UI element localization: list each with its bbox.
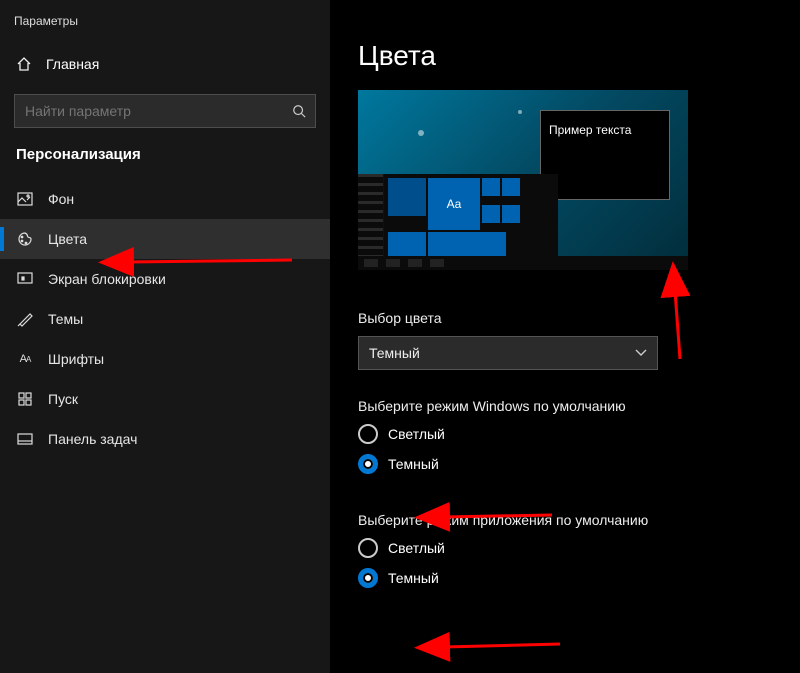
radio-label: Темный (388, 570, 439, 586)
radio-label: Темный (388, 456, 439, 472)
color-preview-thumbnail: Пример текста Aa (358, 90, 688, 270)
search-icon (292, 104, 306, 118)
fonts-icon: AA (16, 353, 34, 365)
nav-label: Пуск (48, 391, 78, 407)
home-label: Главная (46, 56, 99, 72)
radio-icon (358, 568, 378, 588)
nav-item-start[interactable]: Пуск (0, 379, 330, 419)
nav-item-colors[interactable]: Цвета (0, 219, 330, 259)
nav-label: Темы (48, 311, 83, 327)
sidebar: Параметры Главная Персонализация Фон (0, 0, 330, 673)
themes-icon (16, 311, 34, 327)
app-mode-group: Выберите режим приложения по умолчанию С… (358, 512, 772, 598)
section-label: Персонализация (0, 146, 330, 179)
lockscreen-icon (16, 272, 34, 286)
radio-app-dark[interactable]: Темный (358, 568, 772, 588)
windows-mode-group: Выберите режим Windows по умолчанию Свет… (358, 398, 772, 484)
radio-icon (358, 424, 378, 444)
start-icon (16, 392, 34, 406)
nav-item-taskbar[interactable]: Панель задач (0, 419, 330, 459)
radio-label: Светлый (388, 540, 445, 556)
window-title: Параметры (0, 8, 330, 46)
page-title: Цвета (358, 40, 772, 72)
palette-icon (16, 231, 34, 247)
preview-tile-aa: Aa (428, 178, 480, 230)
radio-windows-light[interactable]: Светлый (358, 424, 772, 444)
nav-item-fonts[interactable]: AA Шрифты (0, 339, 330, 379)
nav-label: Панель задач (48, 431, 137, 447)
radio-windows-dark[interactable]: Темный (358, 454, 772, 474)
nav-label: Цвета (48, 231, 87, 247)
radio-icon (358, 538, 378, 558)
color-mode-dropdown[interactable]: Темный (358, 336, 658, 370)
nav-label: Фон (48, 191, 74, 207)
color-mode-label: Выбор цвета (358, 310, 772, 326)
radio-label: Светлый (388, 426, 445, 442)
windows-mode-label: Выберите режим Windows по умолчанию (358, 398, 772, 414)
nav-item-home[interactable]: Главная (0, 46, 330, 82)
home-icon (16, 56, 32, 72)
nav-item-lockscreen[interactable]: Экран блокировки (0, 259, 330, 299)
preview-sample-text: Пример текста (549, 123, 631, 137)
nav-item-themes[interactable]: Темы (0, 299, 330, 339)
app-mode-label: Выберите режим приложения по умолчанию (358, 512, 772, 528)
dropdown-value: Темный (369, 345, 420, 361)
nav-label: Шрифты (48, 351, 104, 367)
color-mode-group: Выбор цвета Темный (358, 310, 772, 370)
picture-icon (16, 192, 34, 206)
search-wrap (14, 94, 316, 128)
nav-item-background[interactable]: Фон (0, 179, 330, 219)
taskbar-icon (16, 433, 34, 445)
radio-icon (358, 454, 378, 474)
nav-label: Экран блокировки (48, 271, 166, 287)
main-content: Цвета Пример текста Aa (330, 0, 800, 673)
radio-app-light[interactable]: Светлый (358, 538, 772, 558)
chevron-down-icon (635, 349, 647, 357)
search-input[interactable] (14, 94, 316, 128)
